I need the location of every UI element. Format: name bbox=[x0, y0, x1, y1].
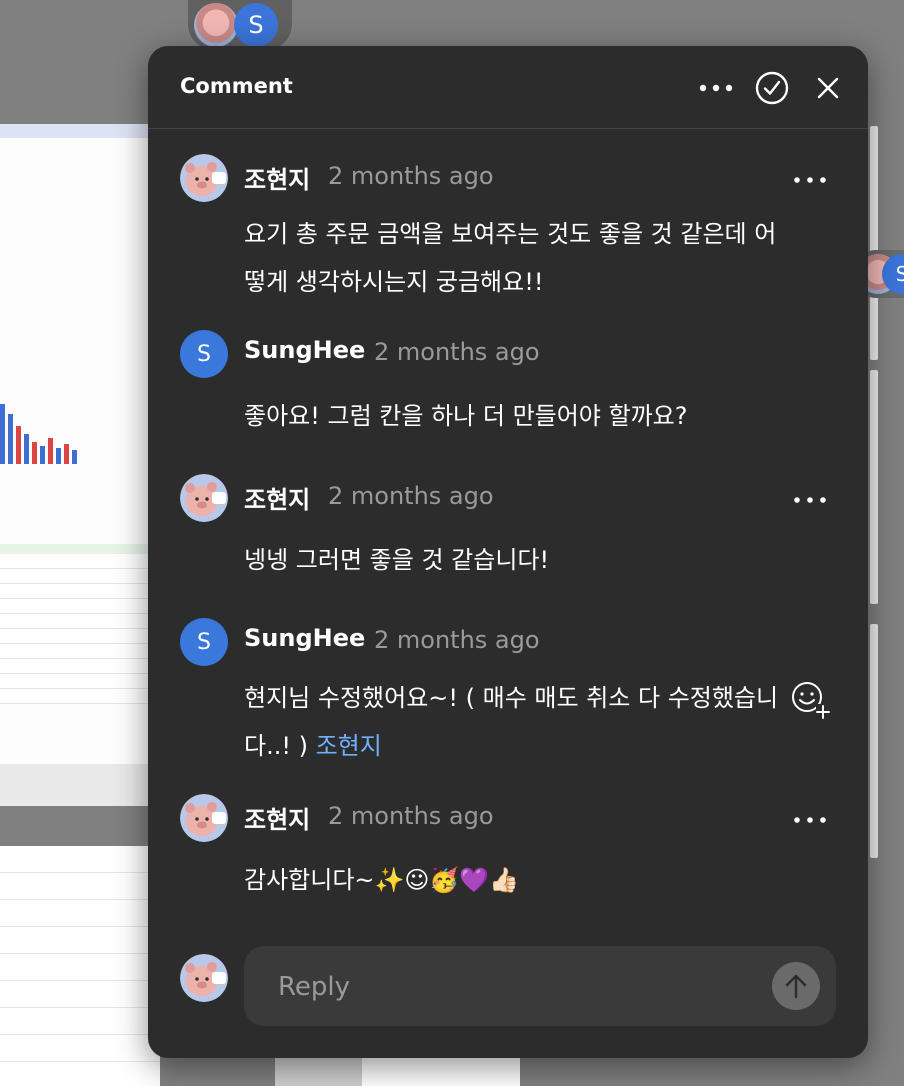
emoji-sequence: ✨☺🥳💜👍🏻 bbox=[374, 866, 520, 894]
comment-panel: Comment 조현지 2 months ago 요기 총 주문 금액을 보여주… bbox=[148, 46, 868, 1058]
reply-composer bbox=[244, 946, 836, 1026]
comment-line: 현지님 수정했어요~! ( 매수 매도 취소 다 수정했습니 bbox=[244, 684, 779, 712]
comment-author: 조현지 bbox=[244, 806, 311, 834]
comment-time: 2 months ago bbox=[374, 626, 540, 654]
comment-line: 떻게 생각하시는지 궁금해요!! bbox=[244, 268, 544, 296]
pink-character-avatar-icon bbox=[180, 954, 228, 1002]
avatar bbox=[194, 3, 238, 47]
canvas-frame-edge bbox=[870, 370, 878, 604]
comment-author: 조현지 bbox=[244, 166, 311, 194]
comment-body: 좋아요! 그럼 칸을 하나 더 만들어야 할까요? bbox=[244, 392, 804, 440]
comment-line-wrapper: 다..! ) 조현지 bbox=[244, 722, 804, 770]
canvas-frame-edge bbox=[870, 624, 878, 858]
avatar bbox=[180, 154, 228, 202]
frame-chart-thumbnail bbox=[0, 324, 110, 464]
comment-pin-avatars[interactable]: S bbox=[188, 0, 292, 50]
comment-more-button[interactable] bbox=[788, 808, 832, 832]
arrow-up-icon bbox=[785, 974, 807, 999]
close-icon bbox=[817, 77, 839, 99]
more-horizontal-icon bbox=[699, 84, 733, 92]
comment-body: 넹넹 그러면 좋을 것 같습니다! bbox=[244, 536, 804, 584]
comment-more-button[interactable] bbox=[788, 488, 832, 512]
current-user-avatar bbox=[180, 954, 228, 1002]
comment-line: 다..! ) bbox=[244, 732, 316, 760]
avatar bbox=[180, 474, 228, 522]
comment-author: SungHee bbox=[244, 624, 366, 652]
user-mention[interactable]: 조현지 bbox=[316, 732, 382, 760]
pink-character-avatar-icon bbox=[180, 474, 228, 522]
avatar: S bbox=[234, 3, 278, 47]
comment-time: 2 months ago bbox=[328, 802, 494, 830]
comment-author: 조현지 bbox=[244, 486, 311, 514]
more-horizontal-icon bbox=[794, 817, 826, 823]
comment-time: 2 months ago bbox=[328, 162, 494, 190]
canvas-frame-list bbox=[0, 846, 160, 1086]
comment-body: 현지님 수정했어요~! ( 매수 매도 취소 다 수정했습니 다..! ) 조현… bbox=[244, 674, 804, 770]
frame-header-band bbox=[0, 124, 160, 138]
comment-line: 요기 총 주문 금액을 보여주는 것도 좋을 것 같은데 어 bbox=[244, 220, 777, 248]
more-options-button[interactable] bbox=[698, 70, 734, 106]
pink-character-avatar-icon bbox=[180, 154, 228, 202]
comment-body: 감사합니다~✨☺🥳💜👍🏻 bbox=[244, 856, 804, 904]
pink-character-avatar-icon bbox=[180, 794, 228, 842]
frame-footer bbox=[0, 764, 160, 806]
more-horizontal-icon bbox=[794, 497, 826, 503]
avatar: S bbox=[180, 618, 228, 666]
panel-header: Comment bbox=[148, 46, 868, 129]
comment-line: 넹넹 그러면 좋을 것 같습니다! bbox=[244, 546, 550, 574]
avatar: S bbox=[180, 330, 228, 378]
panel-title: Comment bbox=[180, 74, 293, 98]
avatar bbox=[180, 794, 228, 842]
comment-time: 2 months ago bbox=[374, 338, 540, 366]
check-circle-icon bbox=[755, 71, 789, 105]
comment-body: 요기 총 주문 금액을 보여주는 것도 좋을 것 같은데 어 떻게 생각하시는지… bbox=[244, 210, 804, 306]
reply-input[interactable] bbox=[276, 964, 760, 1010]
comment-time: 2 months ago bbox=[328, 482, 494, 510]
comment-line-wrapper: 감사합니다~✨☺🥳💜👍🏻 bbox=[244, 856, 804, 904]
close-button[interactable] bbox=[810, 70, 846, 106]
comment-line: 감사합니다~ bbox=[244, 866, 375, 894]
comment-author: SungHee bbox=[244, 336, 366, 364]
resolve-button[interactable] bbox=[754, 70, 790, 106]
frame-table-thumbnail bbox=[0, 544, 160, 704]
canvas-frame-edge bbox=[870, 126, 878, 360]
canvas-frame-trading bbox=[0, 124, 160, 806]
send-reply-button[interactable] bbox=[772, 962, 820, 1010]
more-horizontal-icon bbox=[794, 177, 826, 183]
comment-line: 좋아요! 그럼 칸을 하나 더 만들어야 할까요? bbox=[244, 402, 688, 430]
comment-more-button[interactable] bbox=[788, 168, 832, 192]
